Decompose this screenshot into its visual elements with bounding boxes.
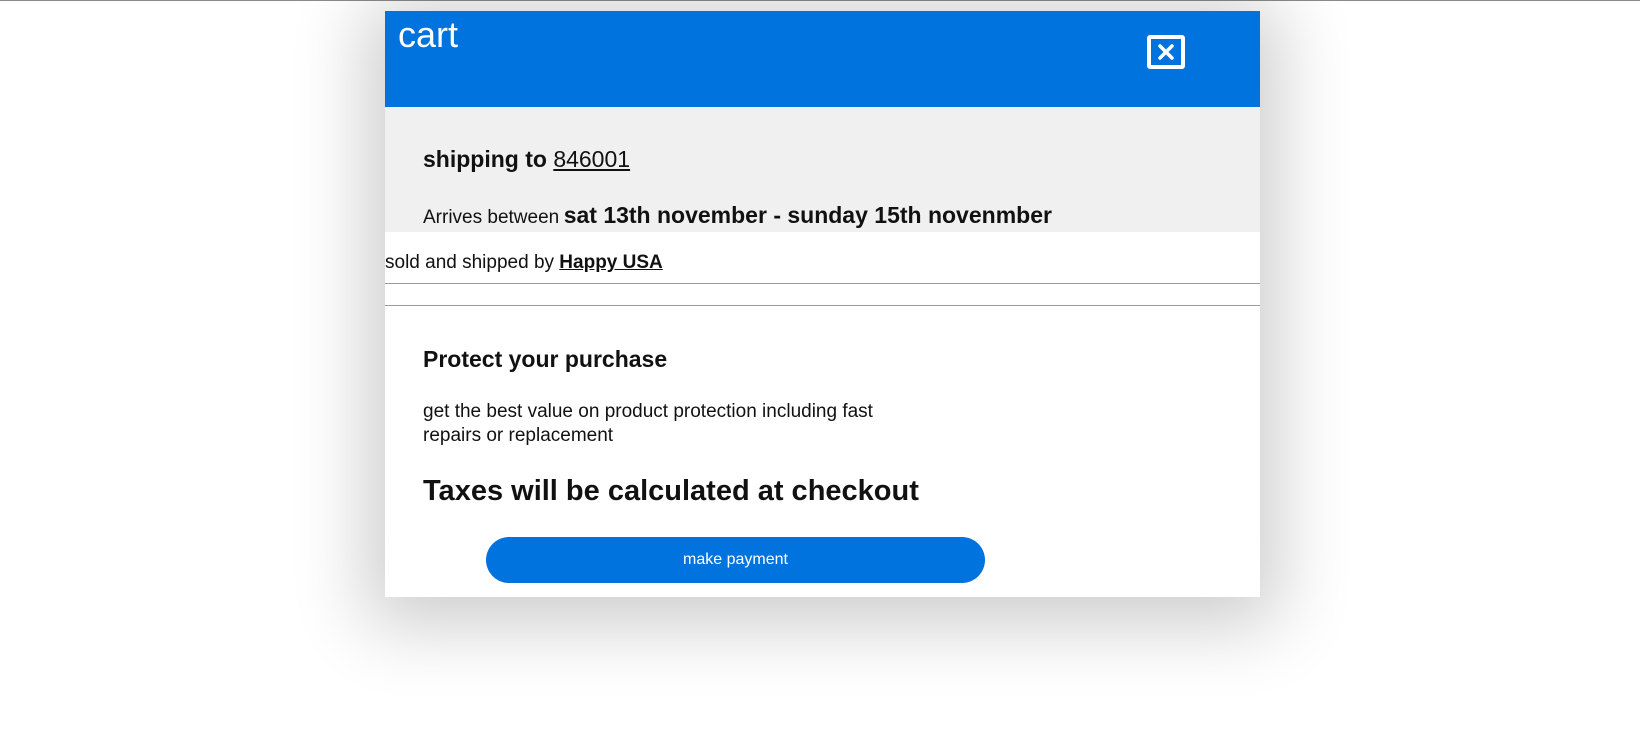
divider [385, 283, 1260, 284]
protect-description: get the best value on product protection… [423, 401, 873, 446]
cart-header: cart [385, 11, 1260, 107]
close-button[interactable] [1147, 35, 1185, 69]
arrival-dates: sat 13th november - sunday 15th novenmbe… [563, 202, 1052, 228]
shipping-label: shipping to [423, 146, 547, 172]
seller-link[interactable]: Happy USA [559, 252, 662, 273]
top-border-line [0, 0, 1640, 1]
seller-label: sold and shipped by [385, 252, 555, 273]
cart-title: cart [398, 14, 459, 55]
close-icon [1158, 44, 1174, 60]
taxes-note: Taxes will be calculated at checkout [423, 475, 919, 507]
zip-code-link[interactable]: 846001 [553, 146, 630, 172]
protect-title: Protect your purchase [423, 346, 668, 372]
cart-panel: cart shipping to 846001 Arrives between … [385, 11, 1260, 597]
arrives-label: Arrives between [423, 207, 560, 228]
divider [385, 305, 1260, 306]
shipping-destination: shipping to 846001 [423, 145, 630, 173]
shipping-section: shipping to 846001 Arrives between sat 1… [385, 107, 1260, 232]
delivery-estimate: Arrives between sat 13th november - sund… [423, 201, 1052, 233]
seller-info: sold and shipped by Happy USA [385, 251, 663, 275]
make-payment-button[interactable]: make payment [486, 537, 985, 583]
